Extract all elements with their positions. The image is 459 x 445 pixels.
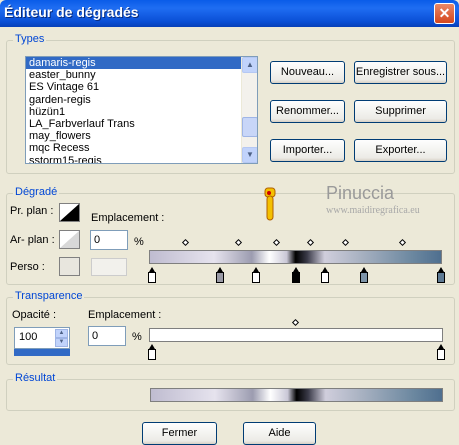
scroll-down-icon[interactable]: ▼ (242, 147, 257, 163)
import-button[interactable]: Importer... (270, 139, 345, 162)
color-stop[interactable] (148, 267, 156, 283)
list-item[interactable]: may_flowers (26, 130, 257, 142)
opacity-stop[interactable] (148, 344, 156, 360)
list-scrollbar[interactable]: ▲ ▼ (241, 57, 257, 163)
list-item[interactable]: mqc Recess (26, 142, 257, 154)
list-item[interactable]: LA_Farbverlauf Trans (26, 118, 257, 130)
gradient-type-list[interactable]: damaris-regis easter_bunny ES Vintage 61… (25, 56, 258, 164)
color-stop[interactable] (252, 267, 260, 283)
color-stop[interactable] (360, 267, 368, 283)
color-stop[interactable] (292, 267, 300, 283)
opacity-bar[interactable] (149, 328, 443, 342)
transparency-location-label: Emplacement : (88, 309, 162, 321)
watermark-url: www.maidiregrafica.eu (326, 205, 420, 216)
background-swatch[interactable] (59, 230, 80, 249)
opacity-spinner[interactable]: 100 ▲ ▼ (14, 327, 70, 349)
foreground-swatch[interactable] (59, 203, 80, 222)
transparency-percent: % (132, 331, 142, 343)
background-label: Ar- plan : (10, 234, 55, 246)
gradient-group-label: Dégradé (13, 186, 60, 198)
opacity-value[interactable]: 100 (19, 330, 37, 344)
gradient-location-label: Emplacement : (91, 212, 165, 224)
custom-swatch[interactable] (59, 257, 80, 276)
transparency-location-input[interactable]: 0 (88, 326, 126, 346)
window-title: Éditeur de dégradés (4, 4, 139, 20)
result-preview-bar (150, 388, 443, 402)
types-group-label: Types (13, 33, 47, 45)
list-item[interactable]: ES Vintage 61 (26, 81, 257, 93)
custom-label: Perso : (10, 261, 45, 273)
gradient-editor-window: Éditeur de dégradés ✕ Types damaris-regi… (0, 0, 459, 445)
custom-color-box[interactable] (91, 258, 127, 276)
spin-up-icon[interactable]: ▲ (55, 329, 68, 338)
rename-button[interactable]: Renommer... (270, 100, 345, 123)
save-as-button[interactable]: Enregistrer sous... (354, 61, 447, 84)
fg-swatch-icon (60, 204, 79, 221)
export-button[interactable]: Exporter... (354, 139, 447, 162)
list-item[interactable]: easter_bunny (26, 69, 257, 81)
opacity-label: Opacité : (12, 309, 57, 321)
list-item[interactable]: hüzün1 (26, 106, 257, 118)
opacity-stop[interactable] (437, 344, 445, 360)
transparency-group-label: Transparence (13, 290, 85, 302)
gradient-percent: % (134, 236, 144, 248)
spin-down-icon[interactable]: ▼ (55, 338, 68, 347)
new-button[interactable]: Nouveau... (270, 61, 345, 84)
color-stop[interactable] (216, 267, 224, 283)
list-item[interactable]: damaris-regis (26, 57, 257, 70)
watermark-title: Pinuccia (326, 183, 395, 203)
delete-button[interactable]: Supprimer (354, 100, 447, 123)
result-group-label: Résultat (13, 372, 58, 384)
scroll-thumb[interactable] (242, 117, 257, 137)
list-item[interactable]: sstorm15-regis (26, 155, 257, 164)
color-stop[interactable] (437, 267, 445, 283)
opacity-slider[interactable] (14, 349, 70, 356)
gradient-location-input[interactable]: 0 (90, 230, 128, 250)
scroll-up-icon[interactable]: ▲ (242, 57, 257, 73)
list-item[interactable]: garden-regis (26, 94, 257, 106)
close-button[interactable]: ✕ (434, 3, 455, 24)
color-stop[interactable] (321, 267, 329, 283)
pointing-hand-icon (264, 187, 276, 221)
bg-swatch-icon (60, 231, 79, 248)
gradient-bar[interactable] (149, 250, 442, 264)
title-bar[interactable]: Éditeur de dégradés ✕ (0, 0, 459, 27)
foreground-label: Pr. plan : (10, 205, 54, 217)
